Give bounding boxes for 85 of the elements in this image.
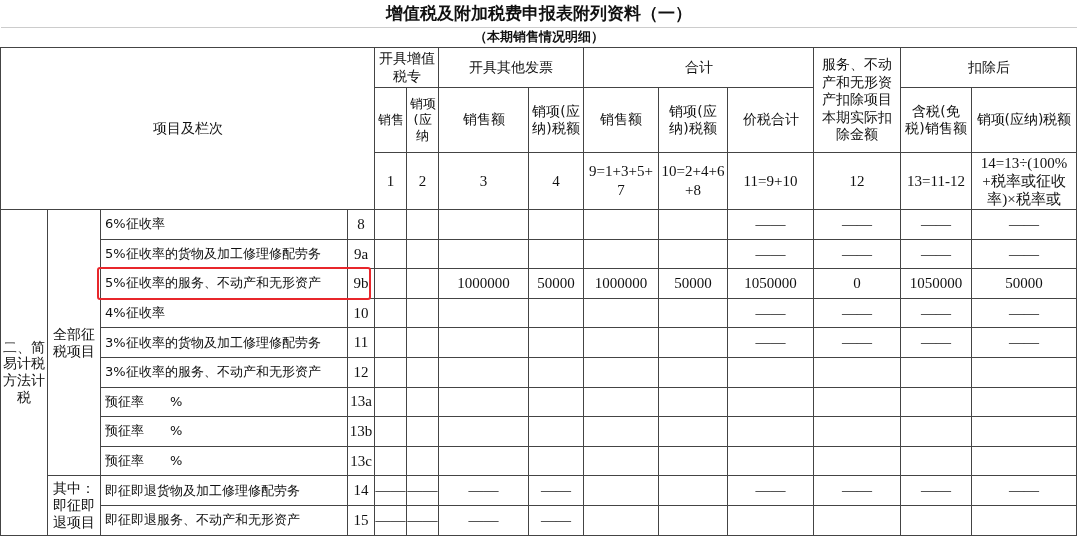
row-label: 3%征收率的货物及加工修理修配劳务 [105,334,321,350]
column-group-header: 开具其他发票 [438,47,584,88]
table-cell: —— [407,482,438,499]
column-header: 销售 [374,87,407,153]
table-cell: —— [921,245,951,262]
table-cell: —— [921,304,951,321]
line-number: 14 [347,475,375,506]
column-header: 销项(应纳)税额 [658,87,728,153]
row-label: 4%征收率 [105,304,165,320]
line-number: 13a [347,387,375,417]
column-header: 销项(应纳)税额 [528,87,584,153]
row-label: 预征率 % [105,452,183,468]
table-cell: 50000 [674,275,712,292]
table-cell: 50000 [1005,275,1043,292]
column-group-header: 开具增值税专 [374,47,439,88]
table-cell: —— [1009,304,1039,321]
subsection-label: 其中：即征即退项目 [47,475,101,536]
column-header: 销售额 [438,87,529,153]
table-cell: —— [1009,334,1039,351]
table-cell: —— [842,304,872,321]
table-cell: —— [1009,245,1039,262]
table-cell: 1000000 [457,275,510,292]
table-cell: —— [541,511,571,528]
table-cell: —— [755,215,786,232]
column-number: 10=2+4+6+8 [658,152,728,210]
row-label: 6%征收率 [105,216,165,232]
line-number: 13c [347,446,375,476]
table-cell: —— [842,215,872,232]
column-header: 销项(应纳 [406,87,439,153]
table-cell: 0 [853,275,861,292]
column-number: 14=13÷(100%+税率或征收率)×税率或 [971,152,1077,210]
column-number: 11=9+10 [727,152,814,210]
table-cell: 50000 [537,275,575,292]
form-subtitle: （本期销售情况明细） [0,27,1077,48]
column-number: 12 [813,152,901,210]
table-cell: —— [375,511,406,528]
table-cell: —— [921,215,951,232]
column-header: 服务、不动产和无形资产扣除项目本期实际扣除金额 [813,47,901,153]
table-cell: —— [1009,482,1039,499]
table-cell: —— [468,511,499,528]
table-cell: 1050000 [744,275,797,292]
table-cell: —— [375,482,406,499]
table-cell: —— [541,482,571,499]
table-cell: —— [407,511,438,528]
column-number: 2 [406,152,439,210]
row-label: 即征即退货物及加工修理修配劳务 [105,482,300,498]
table-cell: —— [755,334,786,351]
line-number: 8 [347,209,375,240]
row-label: 预征率 % [105,393,183,409]
table-cell: —— [921,334,951,351]
subsection-label: 全部征税项目 [47,209,101,476]
table-cell: —— [468,482,499,499]
line-number: 15 [347,505,375,536]
column-number: 13=11-12 [900,152,972,210]
table-cell: —— [755,245,786,262]
row-label: 5%征收率的服务、不动产和无形资产 [105,275,321,291]
table-cell: —— [1009,215,1039,232]
row-label: 预征率 % [105,423,183,439]
line-number: 11 [347,327,375,358]
table-cell: 1050000 [909,275,963,292]
table-cell: —— [842,245,872,262]
table-cell: 1000000 [594,275,648,292]
column-number: 1 [374,152,407,210]
column-header: 含税(免税)销售额 [900,87,972,153]
line-number: 12 [347,357,375,388]
column-header: 销项(应纳)税额 [971,87,1077,153]
line-number: 10 [347,298,375,328]
line-number: 13b [347,416,375,447]
table-cell: —— [755,304,786,321]
column-number: 4 [528,152,584,210]
item-header: 项目及栏次 [0,47,375,210]
table-cell: —— [842,334,872,351]
row-label: 5%征收率的货物及加工修理修配劳务 [105,245,321,261]
column-number: 3 [438,152,529,210]
column-group-header: 合计 [583,47,814,88]
column-group-header: 扣除后 [900,47,1077,88]
table-cell: —— [755,482,786,499]
form-title: 增值税及附加税费申报表附列资料（一） [0,0,1077,28]
section-label: 二、简易计税方法计税 [0,209,48,536]
row-label: 3%征收率的服务、不动产和无形资产 [105,364,321,380]
table-cell: —— [921,482,951,499]
column-header: 销售额 [583,87,659,153]
row-label: 即征即退服务、不动产和无形资产 [105,512,300,528]
table-cell: —— [842,482,872,499]
column-number: 9=1+3+5+7 [583,152,659,210]
